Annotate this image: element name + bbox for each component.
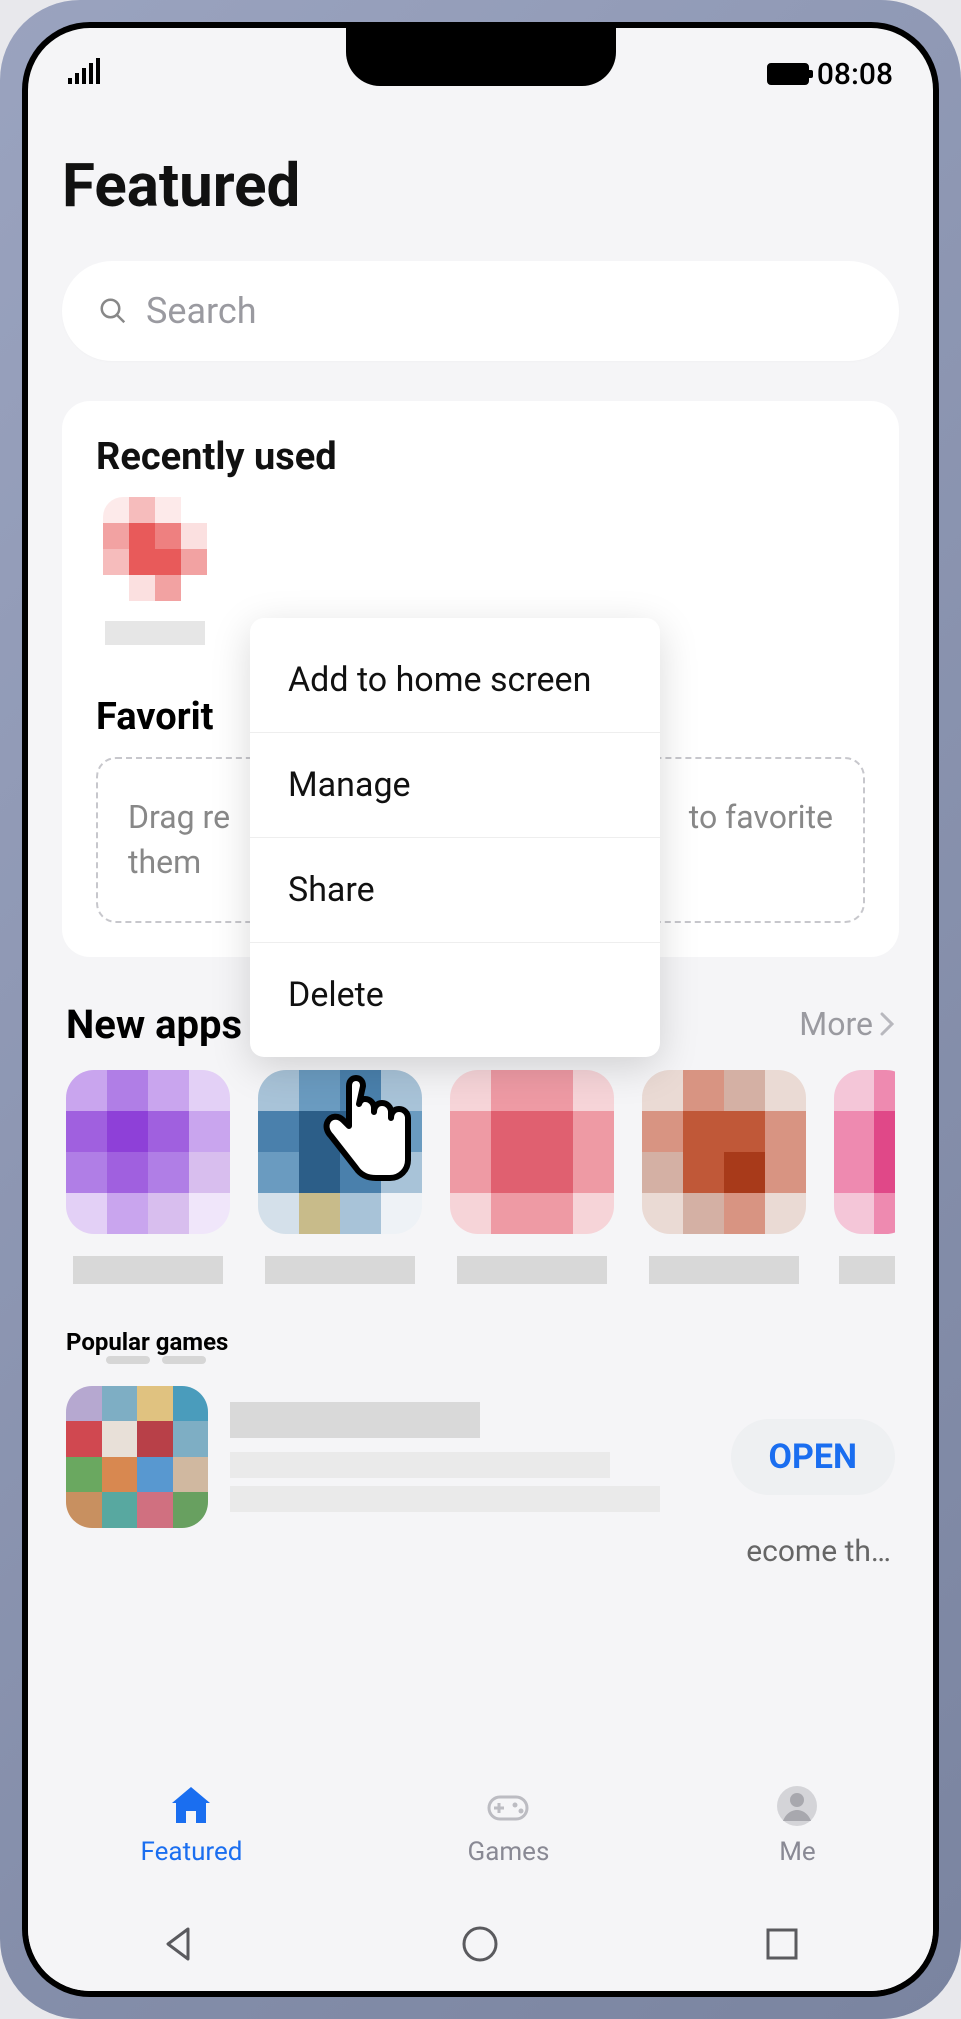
app-label-placeholder xyxy=(105,621,205,645)
search-input[interactable]: Search xyxy=(62,261,899,361)
phone-frame: 08:08 Featured Search Recently used xyxy=(0,0,961,2019)
new-app-item[interactable] xyxy=(642,1070,806,1284)
signal-icon xyxy=(68,57,102,92)
game-icon-placeholder xyxy=(66,1386,208,1528)
nav-me-label: Me xyxy=(779,1837,816,1867)
chevron-right-icon xyxy=(879,1011,895,1037)
bottom-nav: Featured Games Me xyxy=(28,1755,933,1895)
app-icon-placeholder xyxy=(103,497,207,601)
pager-dots xyxy=(66,1356,895,1364)
sys-home-button[interactable] xyxy=(459,1923,501,1965)
search-placeholder: Search xyxy=(146,290,257,332)
battery-icon xyxy=(767,63,809,85)
recently-used-title: Recently used xyxy=(96,435,865,479)
context-add-home[interactable]: Add to home screen xyxy=(250,628,660,733)
context-share[interactable]: Share xyxy=(250,838,660,943)
nav-games[interactable]: Games xyxy=(468,1783,550,1867)
home-icon xyxy=(168,1783,214,1829)
recent-app-item[interactable] xyxy=(96,497,214,667)
page-title: Featured xyxy=(62,100,899,261)
more-label: More xyxy=(799,1005,873,1043)
sys-back-button[interactable] xyxy=(158,1923,200,1965)
person-icon xyxy=(774,1783,820,1829)
display-notch xyxy=(346,28,616,86)
nav-featured[interactable]: Featured xyxy=(141,1783,243,1867)
search-icon xyxy=(98,296,128,326)
popular-game-item[interactable]: OPEN xyxy=(66,1386,895,1528)
popular-games-title: Popular games xyxy=(66,1328,895,1356)
favorites-hint-right: to favorite xyxy=(689,795,833,840)
hand-cursor-icon xyxy=(318,1068,418,1188)
context-manage[interactable]: Manage xyxy=(250,733,660,838)
open-button[interactable]: OPEN xyxy=(731,1419,895,1495)
system-nav xyxy=(28,1897,933,1991)
status-time: 08:08 xyxy=(817,57,893,92)
screen: 08:08 Featured Search Recently used xyxy=(28,28,933,1991)
new-app-item[interactable] xyxy=(834,1070,895,1284)
favorites-hint-left: Drag re xyxy=(128,795,230,840)
new-apps-more-link[interactable]: More xyxy=(799,1005,895,1043)
nav-me[interactable]: Me xyxy=(774,1783,820,1867)
phone-bezel: 08:08 Featured Search Recently used xyxy=(22,22,939,1997)
context-delete[interactable]: Delete xyxy=(250,943,660,1047)
gamepad-icon xyxy=(485,1783,531,1829)
context-menu: Add to home screen Manage Share Delete xyxy=(250,618,660,1057)
nav-games-label: Games xyxy=(468,1837,550,1867)
nav-featured-label: Featured xyxy=(141,1837,243,1867)
new-app-item[interactable] xyxy=(66,1070,230,1284)
game-text-placeholder xyxy=(230,1402,709,1512)
popular-games-section: Popular games xyxy=(62,1328,899,1569)
new-app-item[interactable] xyxy=(450,1070,614,1284)
sys-recent-button[interactable] xyxy=(761,1923,803,1965)
game-description-fragment: ecome th… xyxy=(66,1534,895,1569)
